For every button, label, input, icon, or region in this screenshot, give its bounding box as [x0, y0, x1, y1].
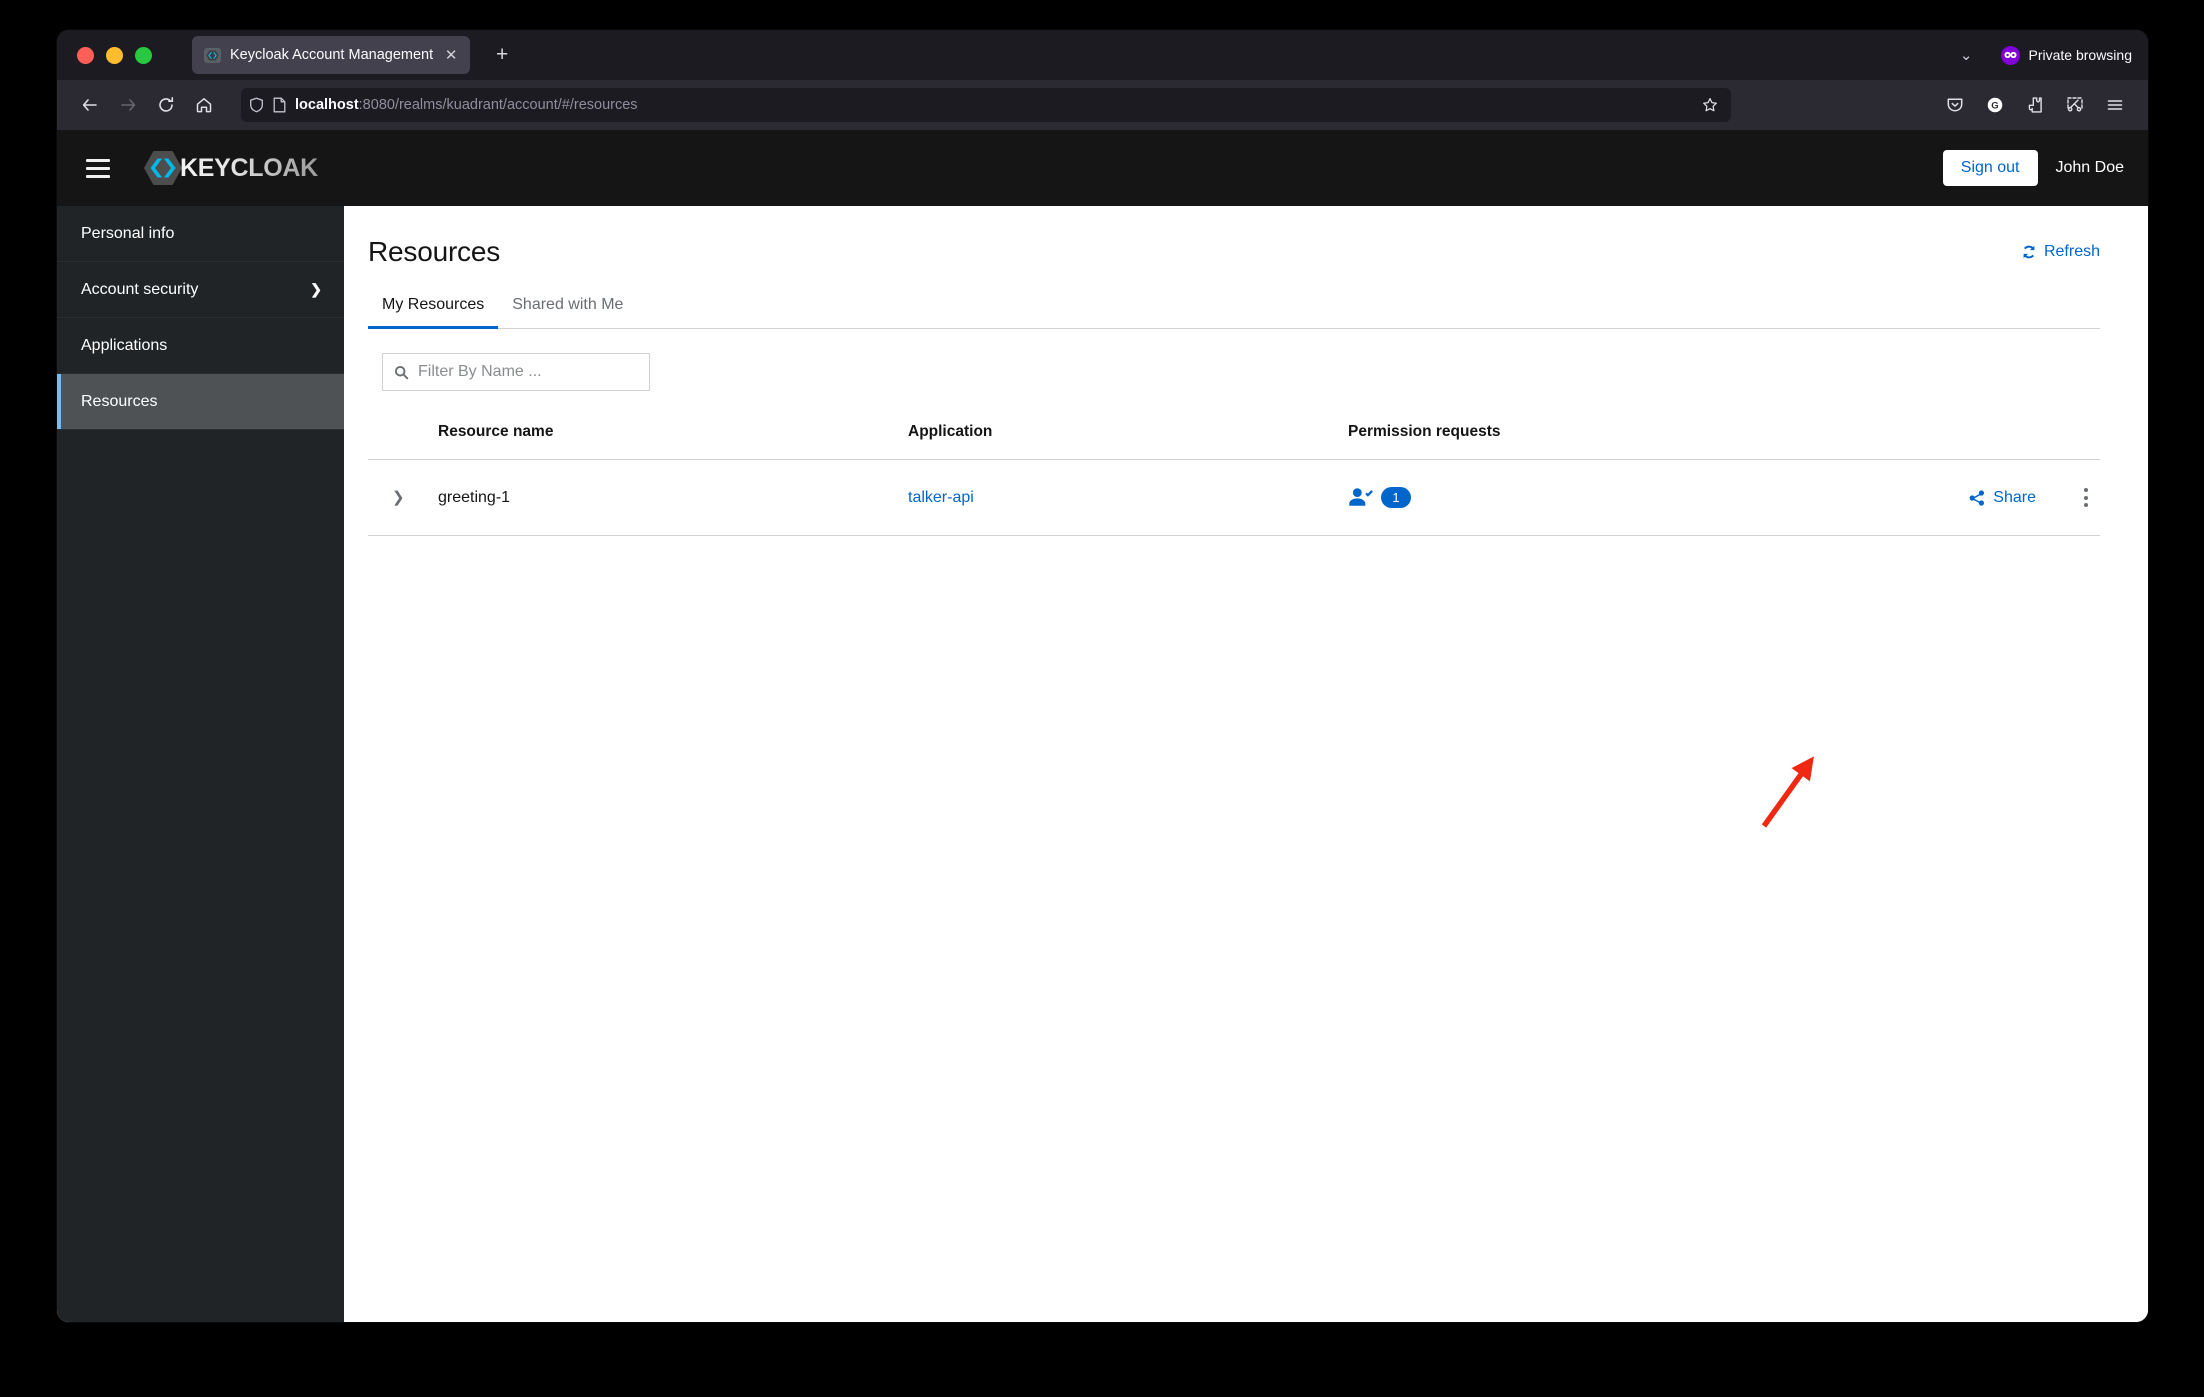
- cell-permission-requests: 1: [1348, 459, 1788, 536]
- maximize-window-button[interactable]: [135, 46, 152, 64]
- keycloak-wordmark: KEYCLOAK: [180, 153, 318, 182]
- keycloak-logo[interactable]: KEYCLOAK: [143, 150, 318, 186]
- keycloak-account-console: KEYCLOAK Sign out John Doe Personal info…: [57, 130, 2148, 1322]
- reload-icon[interactable]: [149, 88, 183, 122]
- app-masthead: KEYCLOAK Sign out John Doe: [57, 130, 2148, 206]
- sidebar-navigation: Personal info Account security ❯ Applica…: [57, 206, 344, 1322]
- browser-window: Keycloak Account Management ✕ + ⌄ Privat…: [57, 30, 2148, 1322]
- application-link[interactable]: talker-api: [908, 489, 974, 506]
- keycloak-hexagon-icon: [143, 150, 183, 186]
- new-tab-button[interactable]: +: [488, 41, 516, 69]
- tabstrip-right-controls: ⌄ Private browsing: [1954, 30, 2132, 80]
- row-actions: Share: [1788, 482, 2100, 513]
- close-tab-button[interactable]: ✕: [442, 46, 460, 64]
- url-path: :8080/realms/kuadrant/account/#/resource…: [358, 97, 638, 113]
- filter-row: [368, 329, 2100, 413]
- permission-requests-badge[interactable]: 1: [1381, 487, 1411, 508]
- masthead-right: Sign out John Doe: [1942, 130, 2125, 206]
- cell-application: talker-api: [908, 459, 1348, 536]
- refresh-icon: [2021, 244, 2037, 260]
- browser-toolbar-actions: G: [1938, 88, 2132, 122]
- resources-table: Resource name Application Permission req…: [368, 413, 2100, 536]
- window-traffic-lights: [57, 46, 152, 64]
- sidebar-item-applications[interactable]: Applications: [57, 318, 344, 374]
- hamburger-menu-icon[interactable]: [2098, 88, 2132, 122]
- forward-arrow-icon[interactable]: [111, 88, 145, 122]
- sidebar-item-personal-info[interactable]: Personal info: [57, 206, 344, 262]
- expand-row-chevron-right-icon[interactable]: ❯: [392, 489, 405, 506]
- sidebar-toggle-button[interactable]: [75, 145, 121, 191]
- account-icon[interactable]: G: [1978, 88, 2012, 122]
- table-header-row: Resource name Application Permission req…: [368, 413, 2100, 460]
- share-label: Share: [1993, 488, 2036, 506]
- sidebar-item-account-security[interactable]: Account security ❯: [57, 262, 344, 318]
- page-header: Resources Refresh: [368, 206, 2100, 296]
- page-title: Resources: [368, 236, 501, 267]
- column-header-actions: [1788, 413, 2100, 460]
- column-header-permission-requests: Permission requests: [1348, 413, 1788, 460]
- star-icon[interactable]: [1697, 92, 1723, 118]
- row-kebab-menu-icon[interactable]: [2078, 482, 2094, 513]
- main-content: Resources Refresh My Resources Shared wi…: [344, 206, 2148, 1322]
- back-arrow-icon[interactable]: [73, 88, 107, 122]
- url-text[interactable]: localhost:8080/realms/kuadrant/account/#…: [295, 97, 1688, 113]
- row-expand-cell: ❯: [368, 459, 438, 536]
- cell-actions: Share: [1788, 459, 2100, 536]
- sign-out-button[interactable]: Sign out: [1942, 150, 2038, 186]
- app-body: Personal info Account security ❯ Applica…: [57, 206, 2148, 1322]
- resource-tabs: My Resources Shared with Me: [368, 296, 2100, 329]
- sidebar-item-label: Account security: [81, 280, 199, 298]
- tab-my-resources[interactable]: My Resources: [368, 296, 499, 329]
- column-header-application: Application: [908, 413, 1348, 460]
- table-row: ❯ greeting-1 talker-api 1 Share: [368, 459, 2100, 536]
- svg-text:G: G: [1991, 101, 1998, 112]
- chevron-right-icon: ❯: [310, 281, 322, 297]
- tab-shared-with-me[interactable]: Shared with Me: [498, 296, 637, 328]
- sidebar-item-label: Resources: [81, 392, 158, 410]
- column-header-toggle: [368, 413, 438, 460]
- screenshot-icon[interactable]: [2058, 88, 2092, 122]
- sidebar-item-label: Applications: [81, 336, 168, 354]
- sidebar-item-label: Personal info: [81, 224, 175, 242]
- browser-tab-title: Keycloak Account Management: [230, 47, 434, 63]
- close-window-button[interactable]: [77, 46, 94, 64]
- username-label[interactable]: John Doe: [2056, 159, 2125, 177]
- permission-requests-group[interactable]: 1: [1348, 487, 1788, 509]
- refresh-button[interactable]: Refresh: [2021, 243, 2100, 261]
- private-mask-icon: [2000, 45, 2020, 65]
- share-button[interactable]: Share: [1969, 489, 2036, 507]
- cell-resource-name: greeting-1: [438, 459, 908, 536]
- pocket-icon[interactable]: [1938, 88, 1972, 122]
- sidebar-item-resources[interactable]: Resources: [57, 374, 344, 430]
- annotation-arrow-icon: [1761, 756, 1814, 828]
- home-icon[interactable]: [187, 88, 221, 122]
- filter-by-name-box[interactable]: [382, 353, 650, 391]
- search-icon: [394, 365, 409, 380]
- shield-icon[interactable]: [249, 97, 264, 113]
- minimize-window-button[interactable]: [106, 46, 123, 64]
- list-all-tabs-chevron-down-icon[interactable]: ⌄: [1954, 46, 1979, 64]
- browser-navigation-toolbar: localhost:8080/realms/kuadrant/account/#…: [57, 80, 2148, 130]
- user-check-icon[interactable]: [1348, 487, 1374, 509]
- private-browsing-indicator: Private browsing: [2000, 45, 2133, 65]
- url-host: localhost: [295, 97, 359, 113]
- extension-icon[interactable]: [2018, 88, 2052, 122]
- share-icon: [1969, 489, 1985, 506]
- page-icon[interactable]: [273, 97, 286, 113]
- column-header-resource-name: Resource name: [438, 413, 908, 460]
- keycloak-favicon: [204, 47, 221, 63]
- url-bar[interactable]: localhost:8080/realms/kuadrant/account/#…: [241, 88, 1731, 122]
- refresh-label: Refresh: [2043, 243, 2100, 260]
- search-input[interactable]: [418, 363, 638, 381]
- browser-tabstrip: Keycloak Account Management ✕ + ⌄ Privat…: [57, 30, 2148, 80]
- browser-tab[interactable]: Keycloak Account Management ✕: [192, 36, 471, 74]
- private-browsing-label: Private browsing: [2028, 47, 2133, 63]
